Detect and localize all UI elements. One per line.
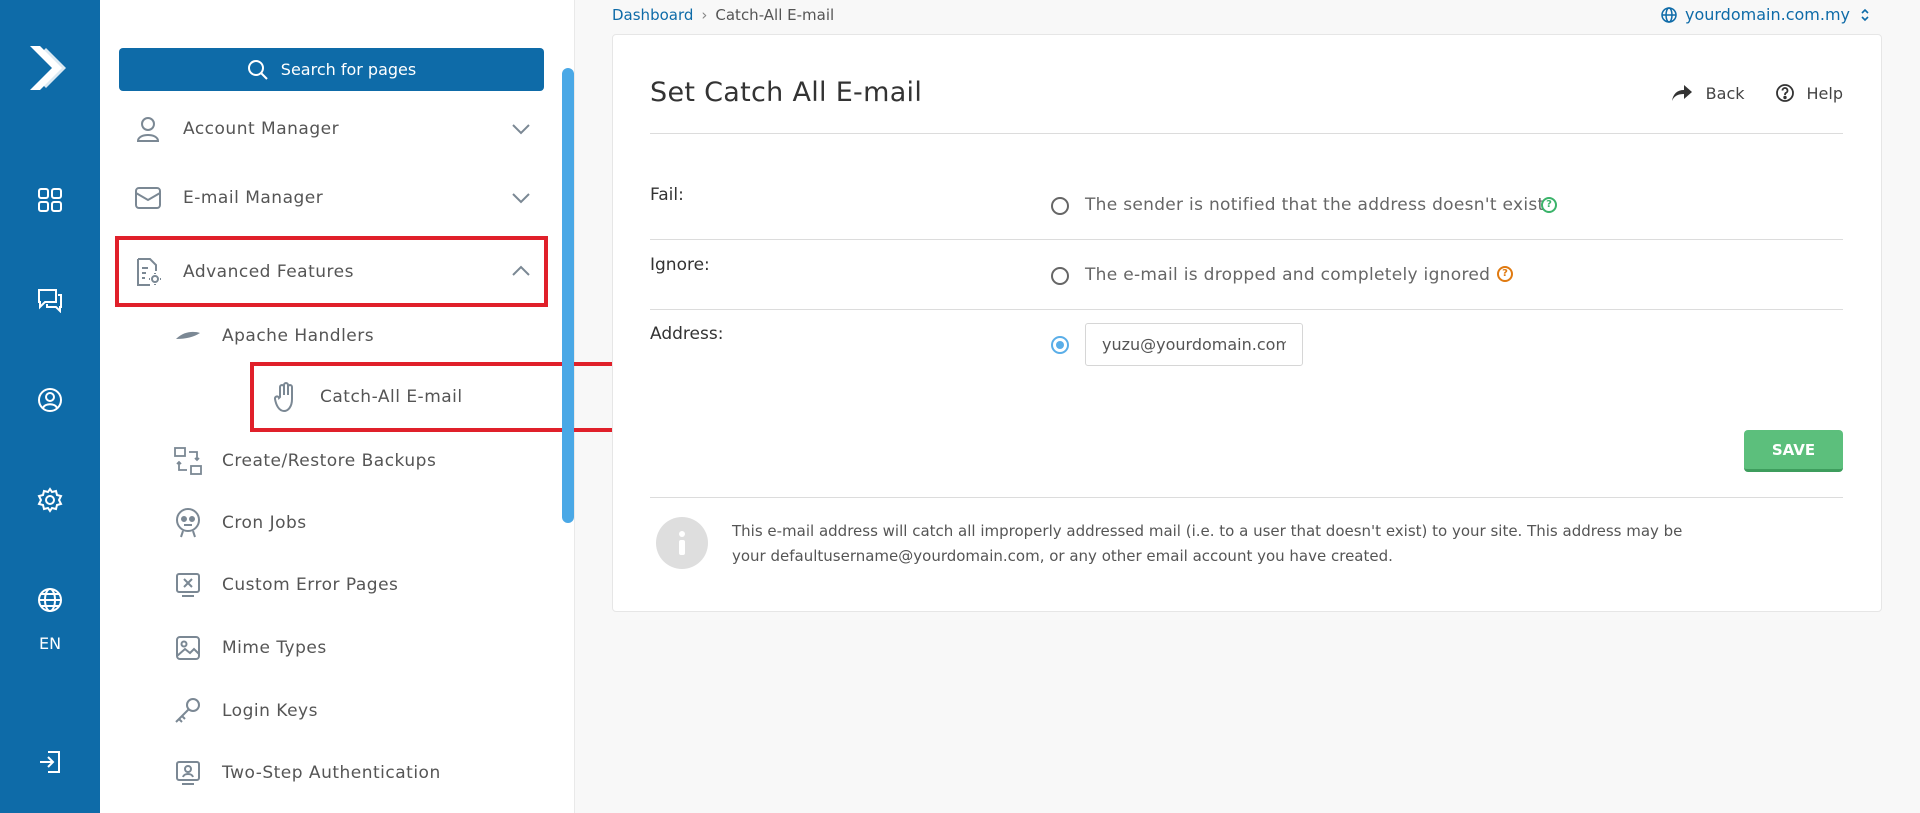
sidebar-subitem-label: Two-Step Authentication: [222, 763, 441, 783]
sidebar-subitem-label: Catch-All E-mail: [320, 387, 463, 407]
ignore-option-text[interactable]: The e-mail is dropped and completely ign…: [1085, 265, 1490, 285]
backup-icon: [170, 443, 206, 479]
image-icon: [170, 630, 206, 666]
help-icon: [1775, 84, 1794, 102]
sidebar-subitem-create-restore-backups[interactable]: Create/Restore Backups: [152, 430, 552, 492]
card-actions: Back Help: [1640, 83, 1843, 103]
sidebar-item-email-manager[interactable]: E-mail Manager: [119, 167, 544, 229]
back-label: Back: [1705, 83, 1745, 103]
address-radio[interactable]: [1051, 336, 1069, 354]
hand-icon: [268, 379, 304, 415]
sidebar-item-label: Advanced Features: [183, 261, 354, 282]
left-rail: EN: [0, 0, 100, 813]
key-icon: [170, 693, 206, 729]
sidebar-subitem-cron-jobs[interactable]: Cron Jobs: [152, 492, 552, 554]
chevron-down-icon[interactable]: [510, 187, 532, 209]
sidebar-subitem-login-keys[interactable]: Login Keys: [152, 680, 552, 742]
save-button[interactable]: SAVE: [1744, 430, 1843, 472]
back-button[interactable]: Back: [1670, 83, 1745, 103]
user-circle-icon[interactable]: [34, 384, 66, 416]
globe-icon: [1661, 6, 1677, 23]
fail-radio[interactable]: [1051, 197, 1069, 215]
logout-icon[interactable]: [34, 746, 66, 778]
document-gear-icon: [131, 255, 165, 289]
search-pages-button[interactable]: Search for pages: [119, 48, 544, 91]
breadcrumb-separator: ›: [701, 6, 708, 24]
sidebar-subitem-label: Login Keys: [222, 701, 318, 721]
sidebar-item-label: Account Manager: [183, 119, 340, 139]
fail-label: Fail:: [650, 185, 684, 205]
sidebar-subitem-custom-error-pages[interactable]: Custom Error Pages: [152, 554, 552, 616]
sidebar-subitem-mime-types[interactable]: Mime Types: [152, 617, 552, 679]
user-icon: [131, 112, 165, 146]
language-label[interactable]: EN: [0, 634, 100, 653]
domain-value: yourdomain.com.my: [1684, 5, 1850, 24]
sidebar-panel: Search for pages Account Manager E-mail …: [100, 0, 655, 813]
fail-option-text[interactable]: The sender is notified that the address …: [1085, 195, 1544, 215]
search-icon: [247, 59, 268, 80]
envelope-icon: [131, 181, 165, 215]
ignore-help-icon[interactable]: ?: [1497, 266, 1513, 282]
sidebar-item-advanced-features[interactable]: Advanced Features: [115, 236, 548, 307]
sidebar-subitem-two-step-authentication[interactable]: Two-Step Authentication: [152, 742, 552, 804]
sidebar-subitem-label: Create/Restore Backups: [222, 451, 437, 471]
sidebar-subitem-label: Mime Types: [222, 638, 327, 658]
back-arrow-icon: [1671, 85, 1692, 101]
sidebar-subitem-catch-all-email[interactable]: Catch-All E-mail: [250, 362, 655, 432]
chat-icon[interactable]: [34, 284, 66, 316]
breadcrumb-dashboard-link[interactable]: Dashboard: [612, 6, 693, 24]
divider: [650, 497, 1843, 498]
logo-icon[interactable]: [26, 42, 72, 94]
fail-help-icon[interactable]: ?: [1541, 197, 1557, 213]
info-icon: [656, 517, 708, 569]
catch-all-card: Set Catch All E-mail Back Help Fail: The…: [612, 34, 1882, 612]
monitor-user-icon: [170, 755, 206, 791]
divider: [650, 309, 1843, 310]
domain-selector[interactable]: yourdomain.com.my: [1661, 5, 1878, 24]
feather-icon: [170, 318, 206, 354]
search-label: Search for pages: [280, 60, 417, 79]
address-input[interactable]: [1085, 323, 1303, 366]
sidebar-subitem-label: Apache Handlers: [222, 326, 375, 346]
help-label: Help: [1806, 83, 1843, 103]
sidebar-item-label: E-mail Manager: [183, 188, 324, 208]
ignore-radio[interactable]: [1051, 267, 1069, 285]
help-button[interactable]: Help: [1775, 83, 1843, 103]
robot-icon: [170, 505, 206, 541]
ignore-label: Ignore:: [650, 255, 710, 275]
sidebar-subitem-apache-handlers[interactable]: Apache Handlers: [152, 305, 552, 367]
globe-icon[interactable]: [34, 584, 66, 616]
error-page-icon: [170, 567, 206, 603]
gear-icon[interactable]: [34, 484, 66, 516]
breadcrumb-current: Catch-All E-mail: [715, 6, 835, 24]
divider: [650, 239, 1843, 240]
updown-chevron-icon: [1861, 8, 1869, 21]
sidebar-subitem-label: Cron Jobs: [222, 513, 307, 533]
info-text: This e-mail address will catch all impro…: [732, 522, 1683, 565]
sidebar-item-account-manager[interactable]: Account Manager: [119, 98, 544, 160]
page-title: Set Catch All E-mail: [650, 77, 923, 108]
divider: [650, 133, 1843, 134]
breadcrumb: Dashboard › Catch-All E-mail: [612, 6, 834, 24]
chevron-up-icon[interactable]: [510, 260, 532, 282]
sidebar-scrollbar[interactable]: [562, 68, 574, 523]
address-label: Address:: [650, 324, 724, 344]
grid-icon[interactable]: [34, 184, 66, 216]
chevron-down-icon[interactable]: [510, 118, 532, 140]
sidebar-subitem-label: Custom Error Pages: [222, 575, 399, 595]
